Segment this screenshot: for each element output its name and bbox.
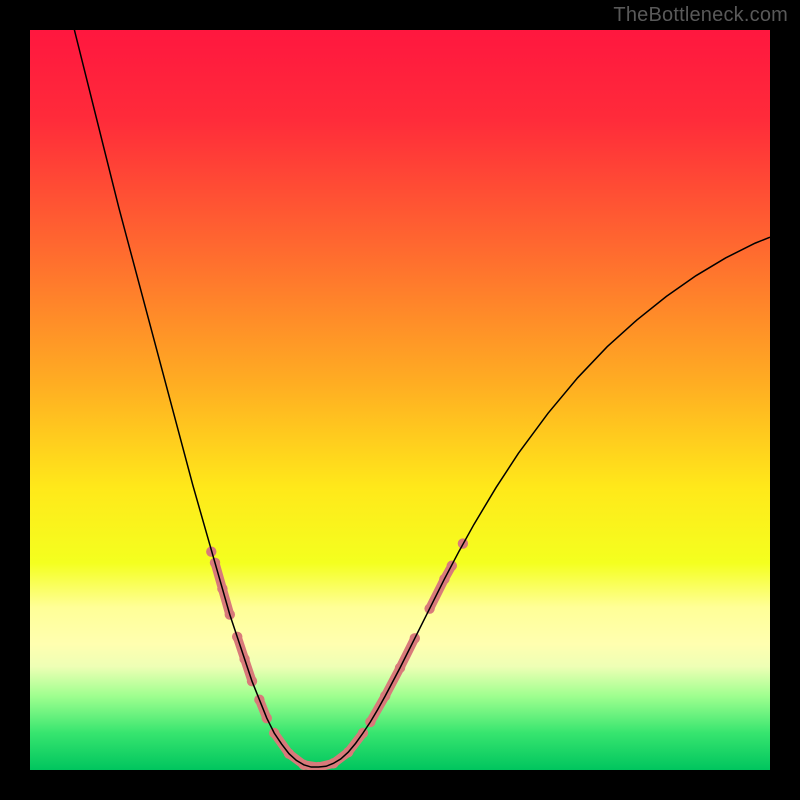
bottleneck-chart [30,30,770,770]
watermark-text: TheBottleneck.com [613,4,788,27]
chart-frame: TheBottleneck.com [0,0,800,800]
